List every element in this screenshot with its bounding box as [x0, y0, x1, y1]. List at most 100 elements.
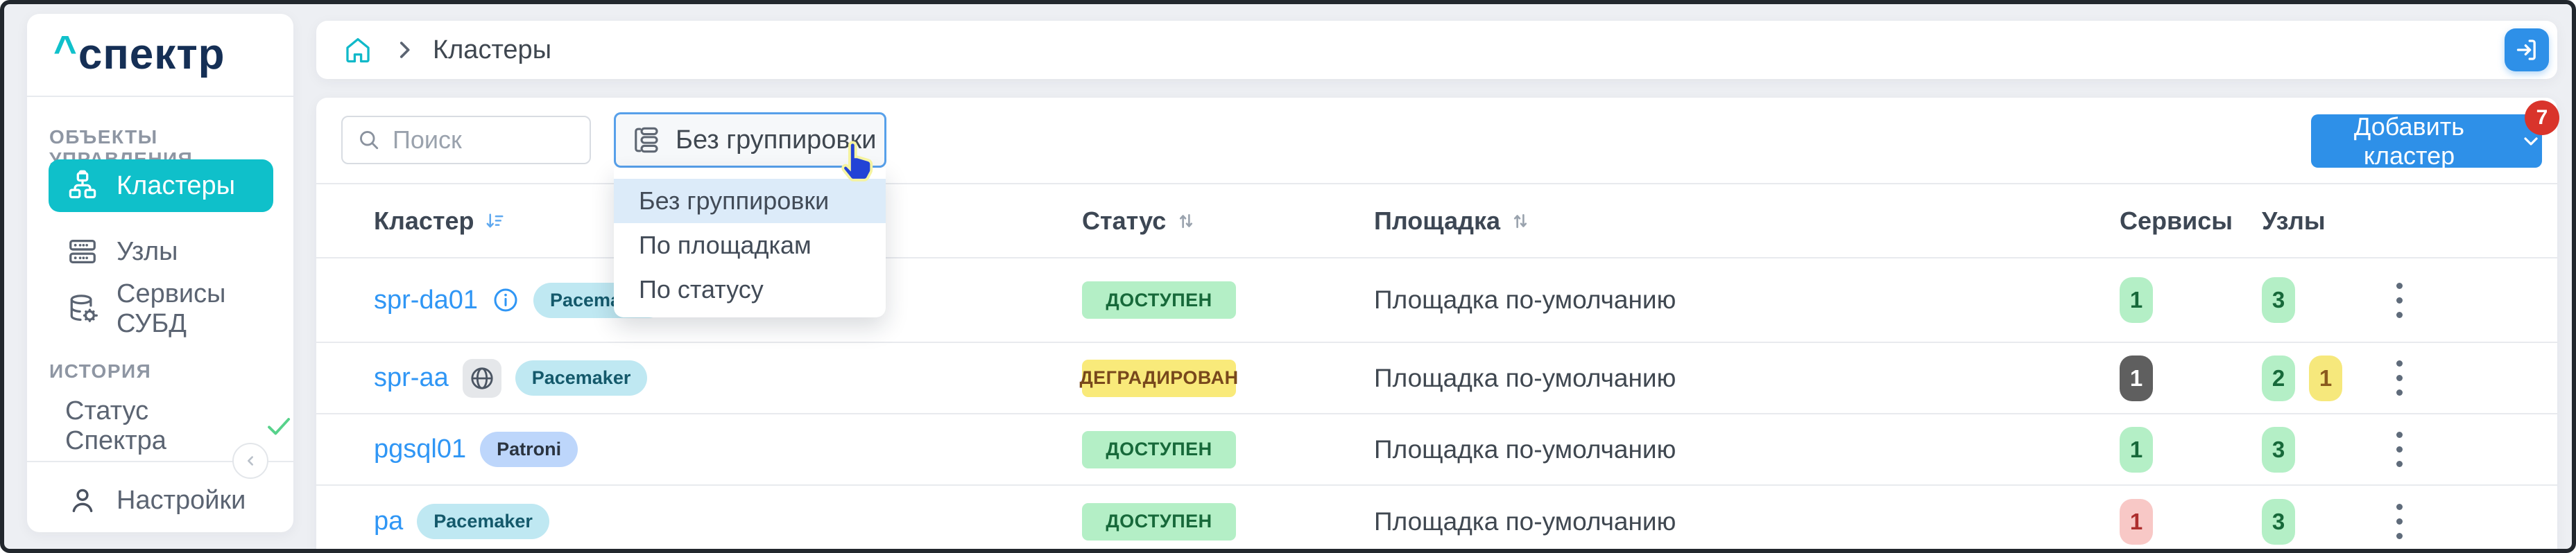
sidebar-item-nodes[interactable]: Узлы — [49, 225, 273, 278]
sidebar-item-label: Сервисы СУБД — [117, 279, 273, 339]
notification-badge: 7 — [2525, 100, 2559, 135]
cluster-cell: pgsql01 Patroni — [374, 414, 578, 484]
chevron-left-icon — [241, 452, 259, 470]
clusters-panel: Без группировки Добавить кластер 7 Класт… — [316, 98, 2557, 553]
row-menu-button[interactable] — [2387, 351, 2412, 405]
actions-cell — [2387, 414, 2412, 484]
status-badge: ДЕГРАДИРОВАН — [1082, 360, 1236, 397]
dropdown-option-no-grouping[interactable]: Без группировки — [614, 179, 886, 223]
sort-desc-icon[interactable] — [484, 211, 505, 231]
cluster-icon — [67, 170, 98, 202]
sidebar-section-history: ИСТОРИЯ — [49, 360, 151, 383]
option-label: По площадкам — [639, 231, 812, 260]
sidebar-item-label: Кластеры — [117, 171, 235, 201]
site-label: Площадка по-умолчанию — [1374, 286, 1676, 315]
search-box — [341, 116, 591, 164]
search-input[interactable] — [393, 125, 576, 155]
table-row: pa Pacemaker ДОСТУПЕН Площадка по-умолча… — [316, 486, 2557, 553]
column-label: Кластер — [374, 207, 474, 236]
sort-both-icon[interactable] — [1510, 211, 1531, 231]
column-header-cluster[interactable]: Кластер — [374, 183, 505, 258]
row-menu-button[interactable] — [2387, 273, 2412, 328]
nodes-count: 2 — [2262, 356, 2295, 401]
actions-cell — [2387, 486, 2412, 553]
search-icon — [357, 128, 381, 152]
dropdown-option-by-status[interactable]: По статусу — [614, 267, 886, 312]
engine-badge: Patroni — [480, 432, 578, 467]
site-cell: Площадка по-умолчанию — [1374, 343, 1676, 413]
site-cell: Площадка по-умолчанию — [1374, 258, 1676, 342]
option-label: Без группировки — [639, 186, 829, 216]
engine-badge: Pacemaker — [515, 360, 648, 396]
db-services-icon — [67, 293, 98, 325]
column-header-status[interactable]: Статус — [1082, 183, 1196, 258]
sidebar-item-settings[interactable]: Настройки — [49, 474, 273, 527]
column-label: Площадка — [1374, 207, 1500, 236]
add-cluster-button[interactable]: Добавить кластер — [2311, 114, 2542, 168]
site-cell: Площадка по-умолчанию — [1374, 414, 1676, 484]
status-badge: ДОСТУПЕН — [1082, 503, 1236, 541]
site-label: Площадка по-умолчанию — [1374, 364, 1676, 393]
sidebar-item-spektr-status[interactable]: Статус Спектра — [65, 402, 293, 450]
home-icon[interactable] — [343, 35, 373, 65]
grouping-icon — [631, 125, 662, 155]
table-row: pgsql01 Patroni ДОСТУПЕН Площадка по-умо… — [316, 414, 2557, 486]
status-cell: ДОСТУПЕН — [1082, 258, 1236, 342]
column-header-site[interactable]: Площадка — [1374, 183, 1531, 258]
row-menu-button[interactable] — [2387, 494, 2412, 549]
status-badge: ДОСТУПЕН — [1082, 281, 1236, 319]
nodes-cell: 3 — [2262, 258, 2295, 342]
nodes-count: 1 — [2309, 356, 2342, 401]
cluster-link[interactable]: spr-aa — [374, 363, 449, 393]
row-menu-button[interactable] — [2387, 422, 2412, 477]
status-badge: ДОСТУПЕН — [1082, 431, 1236, 468]
logo[interactable]: ^ спектр — [27, 14, 293, 97]
user-icon — [67, 484, 98, 516]
dropdown-option-by-site[interactable]: По площадкам — [614, 223, 886, 267]
check-icon — [264, 411, 293, 441]
column-label: Статус — [1082, 207, 1166, 236]
services-cell: 1 — [2120, 414, 2153, 484]
sidebar-item-label: Статус Спектра — [65, 396, 249, 456]
cluster-link[interactable]: pa — [374, 507, 403, 536]
site-label: Площадка по-умолчанию — [1374, 507, 1676, 536]
status-cell: ДОСТУПЕН — [1082, 486, 1236, 553]
grouping-value: Без группировки — [676, 125, 876, 155]
sort-both-icon[interactable] — [1176, 211, 1196, 231]
services-count: 1 — [2120, 277, 2153, 323]
cluster-cell: spr-aa Pacemaker — [374, 343, 647, 413]
engine-badge: Pacemaker — [417, 504, 549, 539]
grouping-select[interactable]: Без группировки — [614, 112, 886, 168]
nodes-count: 3 — [2262, 499, 2295, 545]
login-icon — [2513, 36, 2541, 64]
logo-caret-icon: ^ — [53, 30, 77, 71]
sidebar-item-clusters[interactable]: Кластеры — [49, 159, 273, 212]
nodes-count: 3 — [2262, 427, 2295, 473]
services-count: 1 — [2120, 427, 2153, 473]
column-header-nodes: Узлы — [2262, 183, 2326, 258]
sidebar-item-db-services[interactable]: Сервисы СУБД — [49, 283, 273, 335]
sidebar: ^ спектр ОБЪЕКТЫ УПРАВЛЕНИЯ Кластеры Узл… — [27, 14, 293, 532]
app-window: ^ спектр ОБЪЕКТЫ УПРАВЛЕНИЯ Кластеры Узл… — [0, 0, 2576, 553]
nodes-cell: 3 — [2262, 486, 2295, 553]
info-icon[interactable] — [492, 286, 520, 314]
globe-chip[interactable] — [463, 359, 501, 398]
option-label: По статусу — [639, 275, 764, 304]
grouping-dropdown-menu: Без группировки По площадкам По статусу — [614, 168, 886, 317]
actions-cell — [2387, 343, 2412, 413]
nodes-count: 3 — [2262, 277, 2295, 323]
nodes-icon — [67, 236, 98, 267]
nodes-cell: 2 1 — [2262, 343, 2342, 413]
status-cell: ДОСТУПЕН — [1082, 414, 1236, 484]
site-label: Площадка по-умолчанию — [1374, 435, 1676, 464]
cluster-link[interactable]: spr-da01 — [374, 286, 478, 315]
add-cluster-label: Добавить кластер — [2311, 112, 2507, 170]
cluster-link[interactable]: pgsql01 — [374, 434, 466, 464]
services-cell: 1 — [2120, 258, 2153, 342]
column-label: Сервисы — [2120, 207, 2233, 236]
services-count: 1 — [2120, 356, 2153, 401]
status-cell: ДЕГРАДИРОВАН — [1082, 343, 1236, 413]
login-button[interactable] — [2505, 28, 2549, 71]
column-header-services: Сервисы — [2120, 183, 2233, 258]
globe-icon — [468, 365, 496, 392]
